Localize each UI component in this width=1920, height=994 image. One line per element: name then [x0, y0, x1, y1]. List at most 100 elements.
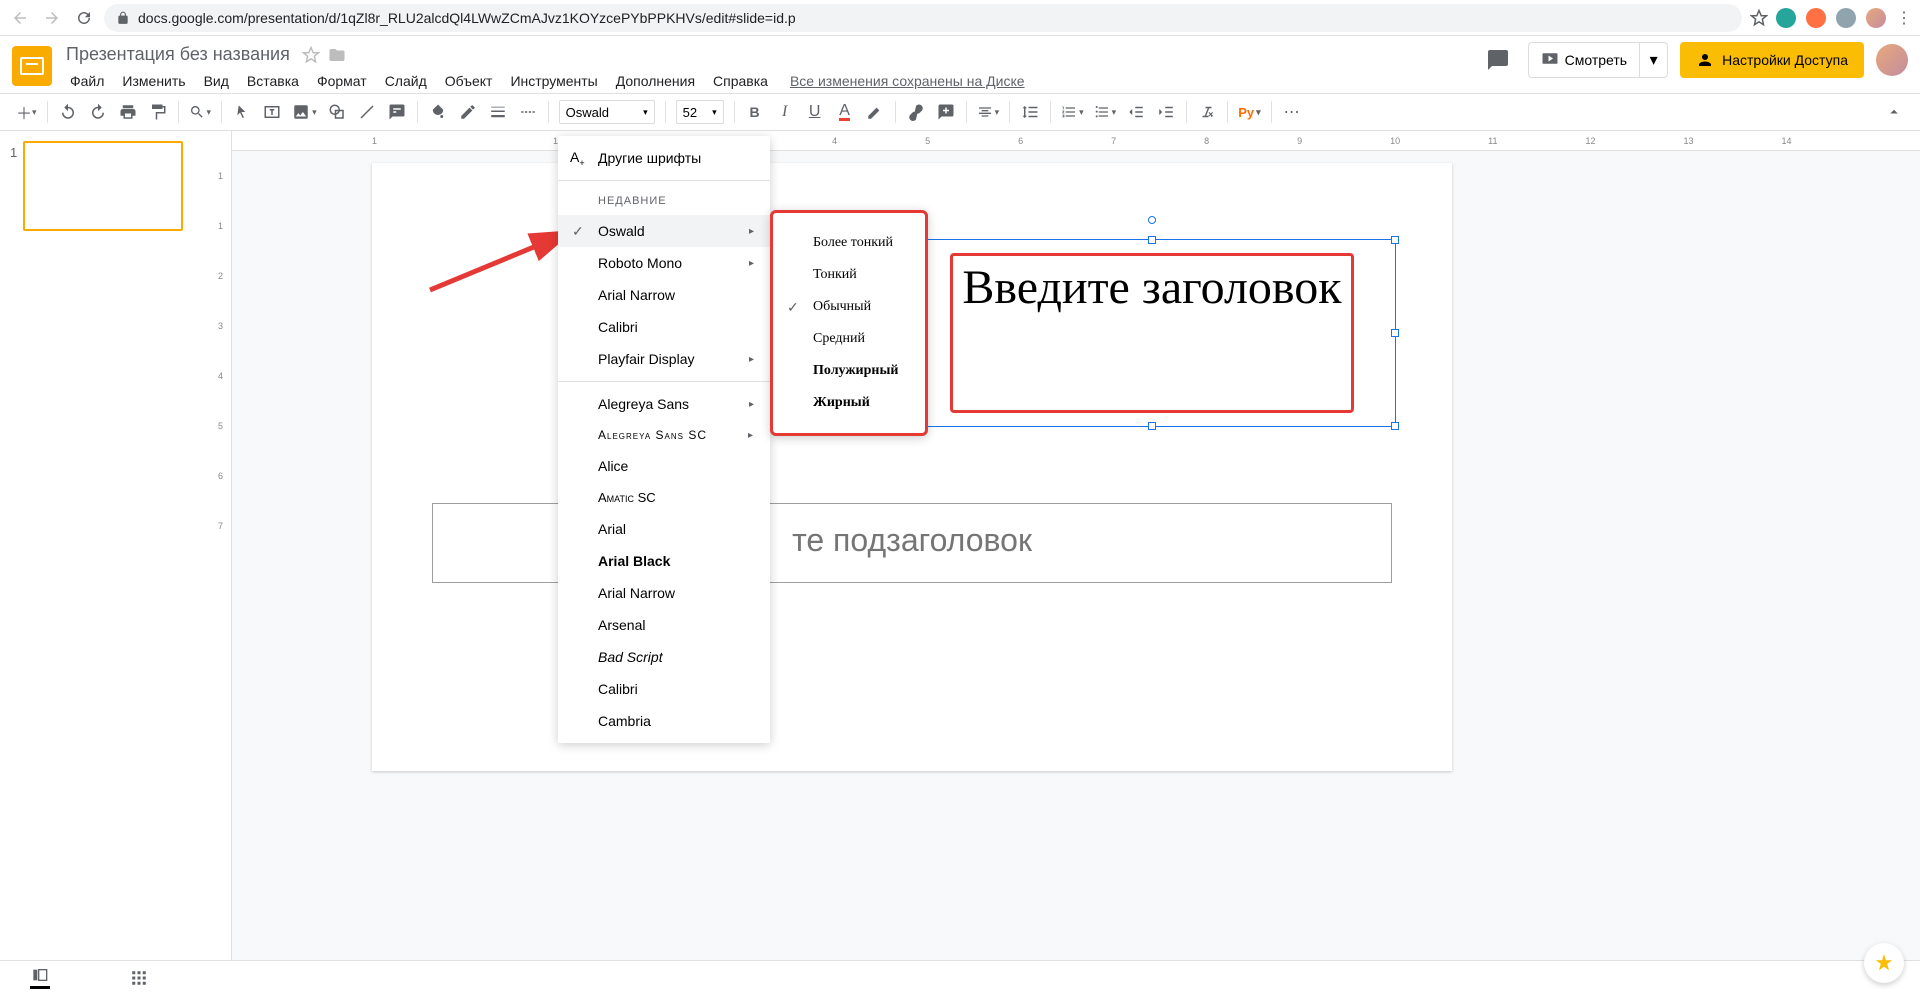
share-button[interactable]: Настройки Доступа: [1680, 42, 1864, 78]
slides-logo[interactable]: [12, 46, 52, 86]
grid-view-icon[interactable]: [130, 969, 148, 987]
menu-слайд[interactable]: Слайд: [377, 69, 435, 93]
font-item[interactable]: Amatic SC: [558, 482, 770, 513]
forward-button[interactable]: [40, 6, 64, 30]
font-item[interactable]: Alegreya Sans SC▸: [558, 420, 770, 450]
font-item[interactable]: Cambria: [558, 705, 770, 737]
weight-item[interactable]: Полужирный: [773, 355, 925, 387]
add-comment-button[interactable]: [932, 98, 960, 126]
bulleted-list-button[interactable]: ▾: [1090, 98, 1121, 126]
line-spacing-button[interactable]: [1016, 98, 1044, 126]
font-item[interactable]: Arial Black: [558, 545, 770, 577]
image-tool[interactable]: ▾: [288, 98, 321, 126]
menu-формат[interactable]: Формат: [309, 69, 375, 93]
font-item[interactable]: Calibri: [558, 311, 770, 343]
star-document-icon[interactable]: [302, 46, 320, 64]
text-color-button[interactable]: A: [831, 98, 859, 126]
numbered-list-button[interactable]: ▾: [1057, 98, 1088, 126]
font-item[interactable]: Calibri: [558, 673, 770, 705]
lock-icon: [116, 11, 130, 25]
doc-title[interactable]: Презентация без названия: [62, 42, 294, 67]
filmstrip-view-icon[interactable]: [30, 967, 50, 989]
new-slide-button[interactable]: ＋▾: [12, 98, 41, 126]
comments-button[interactable]: [1480, 42, 1516, 78]
menu-вид[interactable]: Вид: [196, 69, 237, 93]
present-label: Смотреть: [1565, 52, 1627, 68]
ext-icon-2[interactable]: [1806, 8, 1826, 28]
decrease-indent-button[interactable]: [1122, 98, 1150, 126]
more-fonts-item[interactable]: A+ Другие шрифты: [558, 142, 770, 174]
font-item[interactable]: Alice: [558, 450, 770, 482]
url-bar[interactable]: docs.google.com/presentation/d/1qZl8r_RL…: [104, 4, 1742, 32]
chrome-menu-icon[interactable]: ⋮: [1896, 8, 1912, 28]
user-avatar[interactable]: [1876, 44, 1908, 76]
zoom-button[interactable]: ▾: [185, 98, 216, 126]
font-item[interactable]: Alegreya Sans▸: [558, 388, 770, 420]
border-dash-button[interactable]: [514, 98, 542, 126]
extension-icons: ⋮: [1776, 8, 1912, 28]
border-color-button[interactable]: [454, 98, 482, 126]
slide-number: 1: [10, 141, 17, 231]
italic-button[interactable]: I: [771, 98, 799, 126]
clear-formatting-button[interactable]: [1193, 98, 1221, 126]
profile-icon[interactable]: [1866, 8, 1886, 28]
menu-файл[interactable]: Файл: [62, 69, 112, 93]
bold-button[interactable]: B: [741, 98, 769, 126]
border-weight-button[interactable]: [484, 98, 512, 126]
reload-button[interactable]: [72, 6, 96, 30]
more-tools-button[interactable]: ⋯: [1278, 98, 1306, 126]
shape-tool[interactable]: [323, 98, 351, 126]
line-tool[interactable]: [353, 98, 381, 126]
redo-button[interactable]: [84, 98, 112, 126]
collapse-toolbar-button[interactable]: [1880, 98, 1908, 126]
recent-header: НЕДАВНИЕ: [558, 187, 770, 215]
present-dropdown[interactable]: ▾: [1639, 43, 1667, 77]
align-button[interactable]: ▾: [973, 98, 1004, 126]
undo-button[interactable]: [54, 98, 82, 126]
font-item[interactable]: Playfair Display▸: [558, 343, 770, 375]
weight-item[interactable]: Более тонкий: [773, 227, 925, 259]
font-item[interactable]: ✓Oswald▸: [558, 215, 770, 247]
menu-изменить[interactable]: Изменить: [114, 69, 193, 93]
weight-item[interactable]: ✓Обычный: [773, 291, 925, 323]
menu-вставка[interactable]: Вставка: [239, 69, 307, 93]
select-tool[interactable]: [228, 98, 256, 126]
increase-indent-button[interactable]: [1152, 98, 1180, 126]
underline-button[interactable]: U: [801, 98, 829, 126]
menu-справка[interactable]: Справка: [705, 69, 776, 93]
font-selector[interactable]: Oswald▾: [559, 100, 655, 124]
comment-tool[interactable]: [383, 98, 411, 126]
ext-icon-3[interactable]: [1836, 8, 1856, 28]
font-item[interactable]: Roboto Mono▸: [558, 247, 770, 279]
submenu-arrow-icon: ▸: [749, 354, 754, 365]
font-item[interactable]: Arsenal: [558, 609, 770, 641]
back-button[interactable]: [8, 6, 32, 30]
slide-thumbnail[interactable]: [23, 141, 183, 231]
font-item[interactable]: Arial Narrow: [558, 577, 770, 609]
weight-item[interactable]: Средний: [773, 323, 925, 355]
menu-инструменты[interactable]: Инструменты: [502, 69, 605, 93]
ext-icon-1[interactable]: [1776, 8, 1796, 28]
weight-item[interactable]: Жирный: [773, 387, 925, 419]
present-button[interactable]: Смотреть ▾: [1528, 42, 1668, 78]
explore-button[interactable]: [1864, 943, 1904, 983]
title-placeholder[interactable]: Введите заголовок: [912, 243, 1392, 423]
highlight-button[interactable]: [861, 98, 889, 126]
textbox-tool[interactable]: [258, 98, 286, 126]
weight-item[interactable]: Тонкий: [773, 259, 925, 291]
fill-color-button[interactable]: [424, 98, 452, 126]
star-icon[interactable]: [1750, 9, 1768, 27]
save-status[interactable]: Все изменения сохранены на Диске: [790, 73, 1025, 89]
menu-дополнения[interactable]: Дополнения: [608, 69, 703, 93]
font-item[interactable]: Arial: [558, 513, 770, 545]
link-button[interactable]: [902, 98, 930, 126]
check-icon: ✓: [572, 223, 584, 240]
move-folder-icon[interactable]: [328, 46, 346, 64]
font-item[interactable]: Bad Script: [558, 641, 770, 673]
print-button[interactable]: [114, 98, 142, 126]
font-item[interactable]: Arial Narrow: [558, 279, 770, 311]
menu-объект[interactable]: Объект: [437, 69, 501, 93]
paint-format-button[interactable]: [144, 98, 172, 126]
font-size-selector[interactable]: 52▾: [676, 100, 724, 124]
py-button[interactable]: Py▾: [1234, 98, 1264, 126]
